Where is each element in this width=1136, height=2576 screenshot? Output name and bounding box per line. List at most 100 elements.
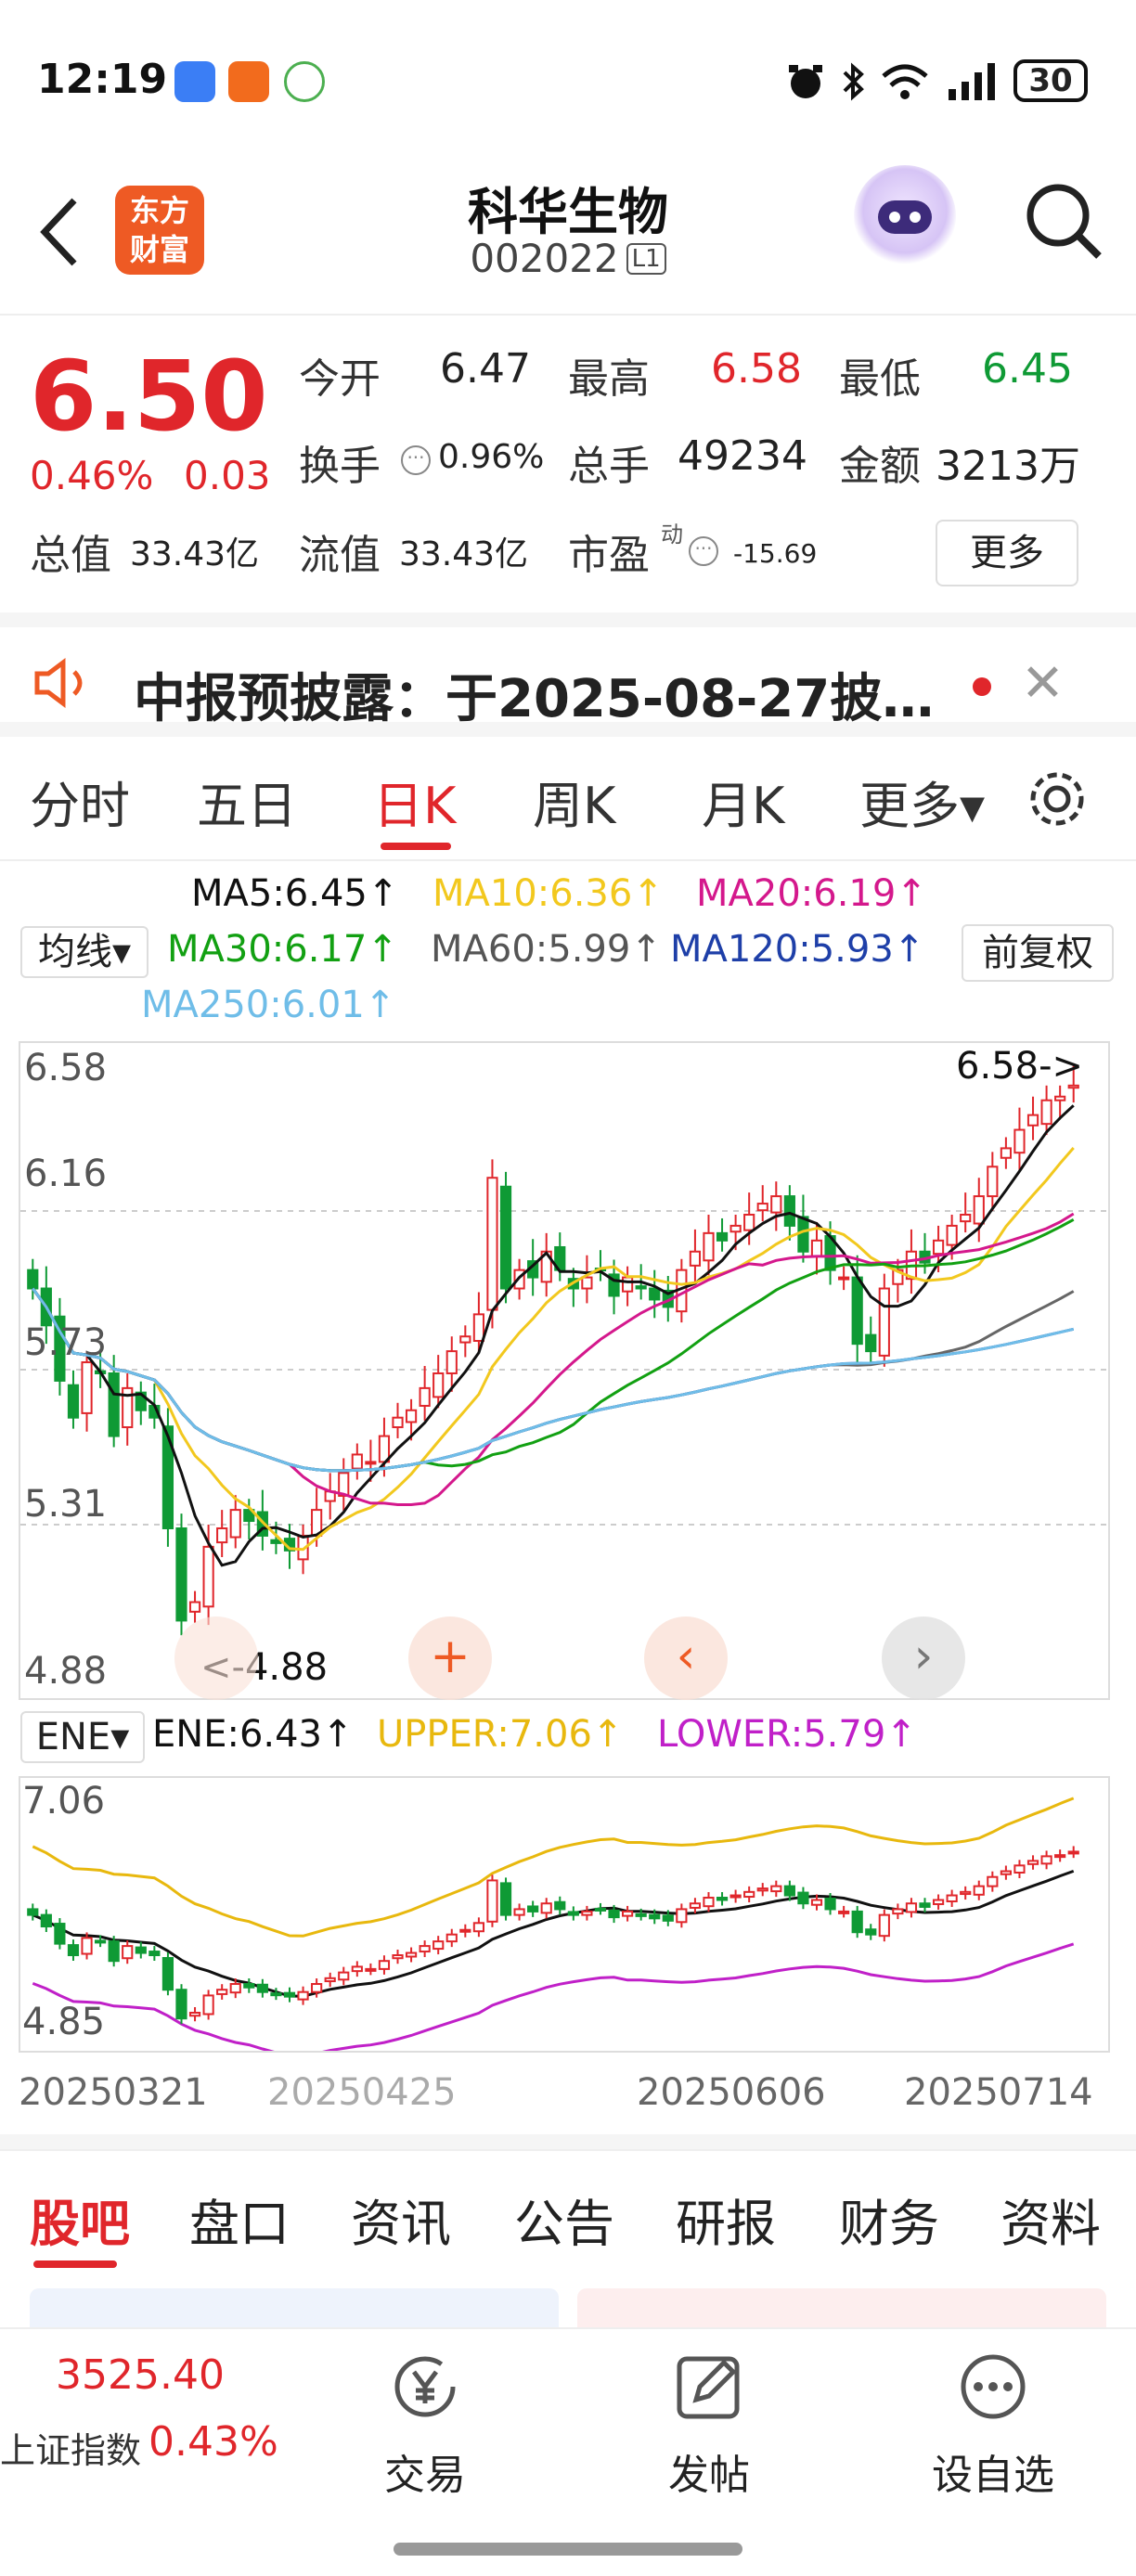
- float-value: 33.43亿: [399, 535, 529, 573]
- yen-cycle-icon: [394, 2356, 456, 2417]
- candle-body: [703, 1231, 715, 1262]
- home-indicator: [394, 2543, 742, 2556]
- notice-bar[interactable]: 中报预披露：于2025-08-27披… ✕: [0, 612, 1136, 737]
- candle-body: [216, 1526, 228, 1544]
- quote-panel: 6.50 0.46% 0.03 今开 6.47 最高 6.58 最低 6.45 …: [0, 317, 1136, 614]
- ene-upper-value: UPPER:7.06↑: [377, 1713, 624, 1756]
- high-label: 最高: [568, 355, 650, 403]
- pe-info-icon[interactable]: ···: [689, 536, 718, 566]
- zoom-in-button[interactable]: +: [408, 1616, 492, 1700]
- ene-candle-body: [797, 1891, 809, 1905]
- ma10-line: [32, 1147, 1075, 1552]
- indicator-select-dropdown[interactable]: ENE▾: [20, 1711, 145, 1763]
- high-value: 6.58: [711, 345, 802, 393]
- ene-candle-body: [216, 1989, 228, 1995]
- ene-candle-body: [892, 1908, 904, 1915]
- ene-candle-body: [960, 1890, 972, 1896]
- date-label-1: 20250321: [19, 2071, 208, 2114]
- add-watchlist-button[interactable]: 设自选: [900, 2350, 1086, 2501]
- ene-chart[interactable]: 7.06 4.85: [19, 1776, 1110, 2058]
- ene-candle-body: [662, 1914, 674, 1922]
- clock: 12:19: [37, 56, 168, 103]
- tab-announcements[interactable]: 公告: [514, 2183, 614, 2256]
- ma-select-dropdown[interactable]: 均线▾: [20, 926, 148, 978]
- ma5-value: MA5:6.45↑: [191, 872, 399, 915]
- ene-candle-body: [878, 1913, 890, 1938]
- tab-profile[interactable]: 资料: [1000, 2183, 1101, 2256]
- ene-candle-body: [716, 1897, 729, 1901]
- candle-body: [770, 1195, 782, 1214]
- ene-upper-line: [32, 1797, 1075, 1938]
- ene-candle-body: [351, 1965, 363, 1973]
- tab-forum[interactable]: 股吧: [30, 2183, 130, 2256]
- index-value[interactable]: 3525.40: [56, 2351, 225, 2399]
- ene-candle-body: [743, 1890, 755, 1899]
- ene-candle-body: [283, 1991, 296, 1998]
- mktcap-value: 33.43亿: [130, 535, 260, 573]
- amount-label: 金额: [839, 443, 921, 490]
- kline-chart[interactable]: 6.58 6.16 5.73 5.31 4.88 6.58-> <-4.88 +…: [19, 1041, 1110, 1700]
- info-dots-icon[interactable]: ···: [401, 445, 431, 475]
- candle-body: [810, 1239, 823, 1257]
- max-price-marker: 6.58->: [956, 1045, 1084, 1088]
- assistant-avatar[interactable]: [854, 165, 956, 267]
- ene-candle-body: [824, 1898, 836, 1911]
- turnover-label: 换手: [299, 443, 381, 490]
- tab-daily-k[interactable]: 日K: [373, 765, 456, 838]
- pe-value: -15.69: [733, 538, 818, 569]
- ene-value: ENE:6.43↑: [152, 1713, 354, 1756]
- scroll-right-button[interactable]: ›: [882, 1616, 965, 1700]
- search-icon[interactable]: [1021, 178, 1104, 262]
- candle-body: [987, 1166, 999, 1198]
- tab-financials[interactable]: 财务: [839, 2183, 939, 2256]
- ma5-line: [32, 1104, 1075, 1567]
- ene-lower-line: [32, 1942, 1075, 2058]
- candle-body: [960, 1213, 972, 1223]
- ene-candle-body: [243, 1983, 255, 1989]
- news-app-icon: [228, 61, 269, 102]
- zoom-out-button[interactable]: [174, 1616, 258, 1700]
- status-bar: 12:19 30: [0, 0, 1136, 158]
- candle-body: [419, 1386, 431, 1407]
- candle-body: [459, 1335, 471, 1344]
- tab-weekly-k[interactable]: 周K: [533, 765, 615, 838]
- ene-candle-body: [703, 1897, 715, 1908]
- candle-body: [838, 1276, 850, 1281]
- candle-body: [499, 1185, 512, 1290]
- trade-button[interactable]: 交易: [332, 2350, 518, 2501]
- ene-candle-body: [1067, 1850, 1079, 1855]
- post-button[interactable]: 发帖: [616, 2350, 802, 2501]
- scroll-left-button[interactable]: ‹: [644, 1616, 728, 1700]
- battery-icon: 30: [1013, 59, 1088, 102]
- ene-candle-body: [783, 1885, 795, 1897]
- low-label: 最低: [839, 355, 921, 403]
- ene-candle-body: [865, 1928, 877, 1936]
- forum-card-right[interactable]: [577, 2288, 1106, 2329]
- ene-candle-body: [851, 1910, 863, 1934]
- tab-monthly-k[interactable]: 月K: [702, 765, 784, 838]
- tab-more[interactable]: 更多▾: [859, 765, 985, 838]
- pe-dynamic-mark: 动: [661, 522, 683, 547]
- adjust-mode-button[interactable]: 前复权: [962, 924, 1114, 982]
- index-name[interactable]: 上证指数: [0, 2422, 141, 2473]
- candle-body: [365, 1461, 377, 1465]
- more-quote-button[interactable]: 更多: [936, 520, 1078, 586]
- ene-candle-body: [932, 1899, 945, 1905]
- tab-orderbook[interactable]: 盘口: [189, 2183, 290, 2256]
- ene-candle-body: [419, 1945, 431, 1953]
- ma120-value: MA120:5.93↑: [670, 928, 925, 971]
- close-icon[interactable]: ✕: [1021, 653, 1065, 714]
- candle-body: [1040, 1099, 1052, 1126]
- forum-card-left[interactable]: [30, 2288, 559, 2329]
- tab-research[interactable]: 研报: [676, 2183, 776, 2256]
- tab-news[interactable]: 资讯: [351, 2183, 451, 2256]
- index-change[interactable]: 0.43%: [148, 2418, 278, 2466]
- gear-icon[interactable]: [1025, 766, 1090, 831]
- ene-candle-body: [135, 1946, 147, 1954]
- tab-five-day[interactable]: 五日: [197, 765, 297, 838]
- ene-candle-body: [1054, 1854, 1066, 1859]
- candle-body: [351, 1453, 363, 1470]
- ene-y-min: 4.85: [22, 2001, 106, 2043]
- tab-intraday[interactable]: 分时: [30, 765, 130, 838]
- ene-candle-body: [54, 1923, 66, 1945]
